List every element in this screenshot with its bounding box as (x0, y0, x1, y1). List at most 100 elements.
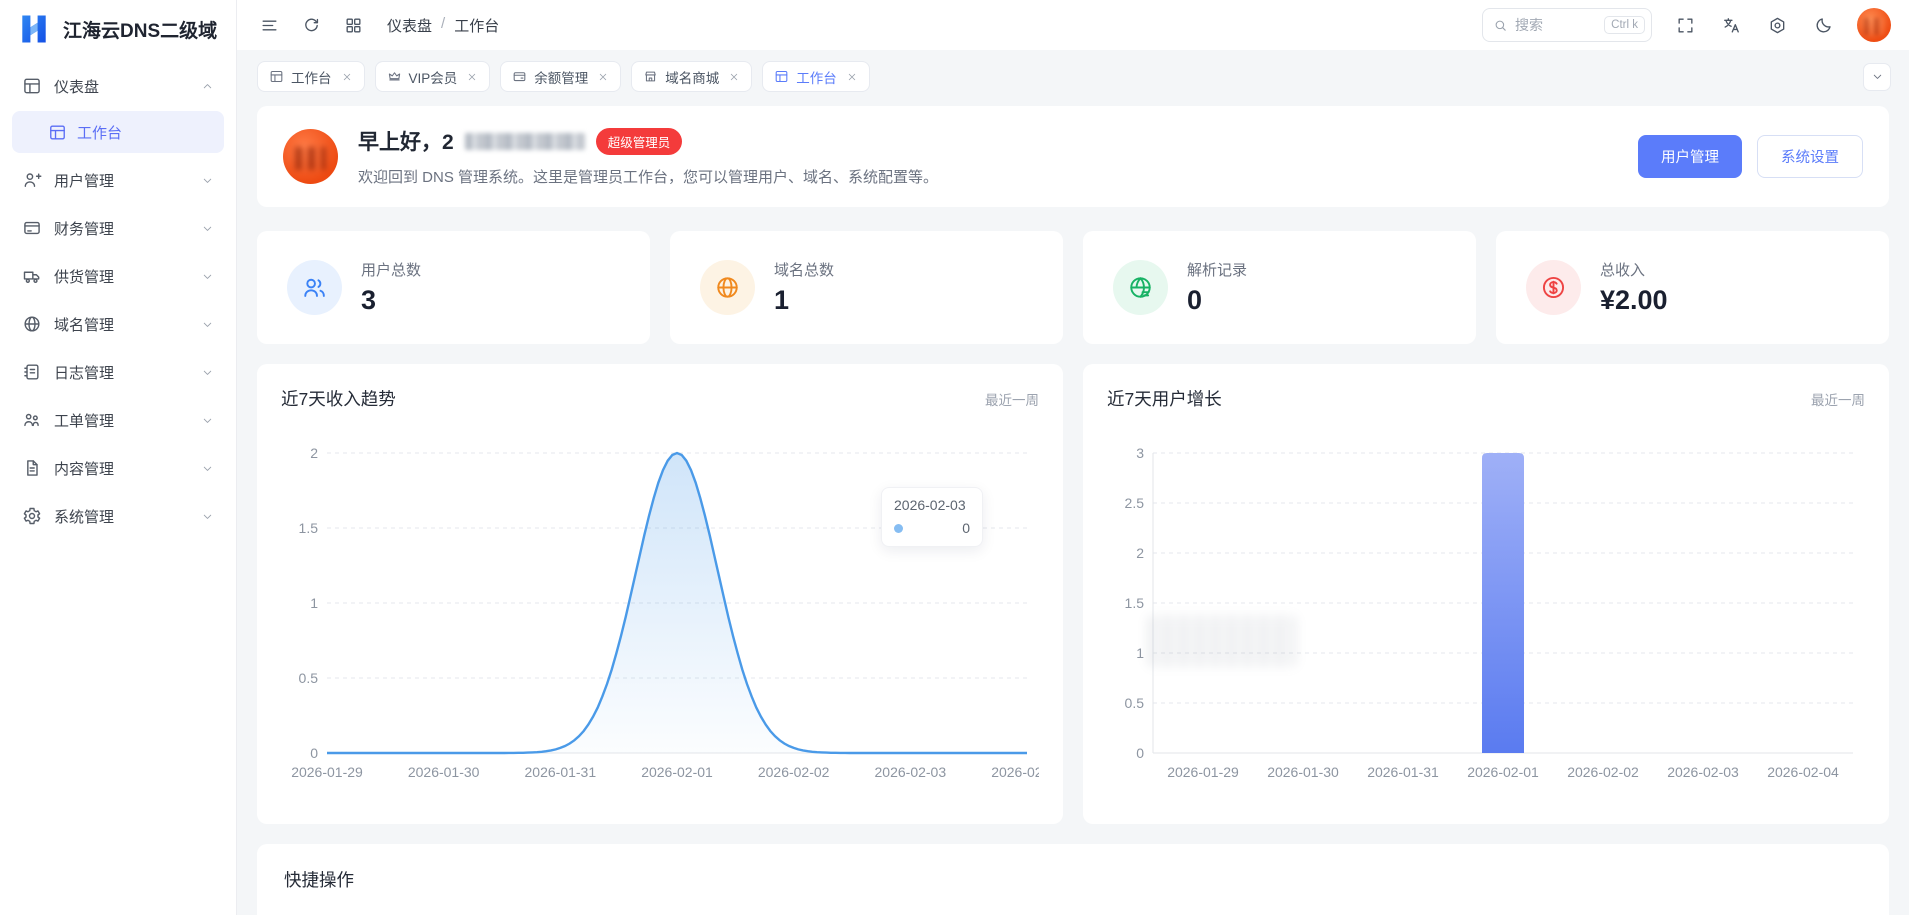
language-button[interactable] (1719, 13, 1744, 38)
tab-workbench-2[interactable]: 工作台 (762, 61, 870, 92)
tab-label: 余额管理 (534, 67, 588, 87)
svg-text:0.5: 0.5 (299, 670, 319, 686)
sidebar-item-label: 财务管理 (54, 218, 114, 239)
workbench-icon (269, 69, 284, 84)
role-badge: 超级管理员 (596, 128, 683, 155)
close-icon[interactable] (597, 71, 609, 83)
users-icon (301, 274, 328, 301)
svg-text:0: 0 (310, 745, 318, 761)
revenue-line-chart: 00.511.522026-01-292026-01-302026-01-312… (281, 437, 1039, 792)
search-input[interactable] (1515, 17, 1587, 33)
app-title: 江海云DNS二级域 (63, 16, 217, 43)
sidebar-item-domains[interactable]: 域名管理 (12, 302, 224, 346)
svg-text:0.5: 0.5 (1125, 695, 1145, 711)
topbar: 仪表盘 / 工作台 Ctrl k (237, 0, 1909, 50)
sidebar-item-tickets[interactable]: 工单管理 (12, 398, 224, 442)
sidebar-item-dashboard[interactable]: 仪表盘 (12, 64, 224, 108)
grid-icon (344, 16, 363, 35)
theme-settings-button[interactable] (1765, 13, 1790, 38)
sidebar-item-users[interactable]: 用户管理 (12, 158, 224, 202)
system-settings-button[interactable]: 系统设置 (1757, 135, 1863, 178)
stat-label: 用户总数 (361, 259, 421, 280)
revenue-icon (1540, 274, 1567, 301)
stat-value: 1 (774, 285, 834, 316)
balance-icon (512, 69, 527, 84)
system-icon (22, 506, 42, 526)
domain-icon (22, 314, 42, 334)
sidebar-item-finance[interactable]: 财务管理 (12, 206, 224, 250)
tab-balance[interactable]: 余额管理 (500, 61, 621, 92)
tab-vip[interactable]: VIP会员 (375, 61, 491, 92)
revenue-stat-badge (1526, 260, 1581, 315)
sidebar-item-content[interactable]: 内容管理 (12, 446, 224, 490)
sidebar-item-supply[interactable]: 供货管理 (12, 254, 224, 298)
blurred-username (465, 133, 585, 150)
finance-icon (22, 218, 42, 238)
sidebar-collapse-button[interactable] (257, 13, 282, 38)
breadcrumb-dashboard[interactable]: 仪表盘 (387, 15, 432, 36)
close-icon[interactable] (341, 71, 353, 83)
dark-mode-button[interactable] (1811, 13, 1836, 38)
close-icon[interactable] (466, 71, 478, 83)
refresh-button[interactable] (299, 13, 324, 38)
stat-label: 总收入 (1600, 259, 1668, 280)
stat-label: 解析记录 (1187, 259, 1247, 280)
translate-icon (1722, 16, 1741, 35)
svg-text:2026-01-31: 2026-01-31 (525, 764, 597, 780)
svg-text:2026-01-29: 2026-01-29 (291, 764, 363, 780)
svg-text:2026-01-31: 2026-01-31 (1367, 764, 1439, 780)
tab-workbench[interactable]: 工作台 (257, 61, 365, 92)
svg-text:2026-01-29: 2026-01-29 (1167, 764, 1239, 780)
svg-text:2026-02-02: 2026-02-02 (758, 764, 830, 780)
chevron-down-icon (1871, 70, 1884, 83)
user-management-button[interactable]: 用户管理 (1638, 135, 1742, 178)
search-box[interactable]: Ctrl k (1482, 8, 1652, 42)
users-stat-badge (287, 260, 342, 315)
topbar-right: Ctrl k (1482, 8, 1891, 42)
moon-icon (1814, 16, 1833, 35)
tab-label: 域名商城 (665, 67, 719, 87)
content-icon (22, 458, 42, 478)
breadcrumb-workbench[interactable]: 工作台 (454, 15, 499, 36)
user-growth-chart-card: 近7天用户增长 最近一周 00.511.522.532026-01-292026… (1083, 364, 1889, 824)
user-avatar[interactable] (1857, 8, 1891, 42)
tab-shop[interactable]: 域名商城 (631, 61, 752, 92)
sidebar-item-label: 工单管理 (54, 410, 114, 431)
close-icon[interactable] (728, 71, 740, 83)
welcome-subtitle: 欢迎回到 DNS 管理系统。这里是管理员工作台，您可以管理用户、域名、系统配置等… (358, 166, 938, 187)
fullscreen-button[interactable] (1673, 13, 1698, 38)
logo-row: 江海云DNS二级域 (0, 0, 236, 58)
dns-records-stat-badge (1113, 260, 1168, 315)
tab-label: 工作台 (796, 67, 837, 87)
tabbar-collapse-button[interactable] (1863, 63, 1891, 91)
stat-value: 3 (361, 285, 421, 316)
svg-text:2026-02-04: 2026-02-04 (1767, 764, 1839, 780)
page-content: 早上好，2 超级管理员 欢迎回到 DNS 管理系统。这里是管理员工作台，您可以管… (237, 98, 1909, 915)
svg-text:1.5: 1.5 (299, 520, 319, 536)
svg-text:2026-01-30: 2026-01-30 (408, 764, 480, 780)
svg-text:2026-02-02: 2026-02-02 (1567, 764, 1639, 780)
sidebar-item-workbench[interactable]: 工作台 (12, 111, 224, 153)
revenue-chart-card: 近7天收入趋势 最近一周 00.511.522026-01-292026-01-… (257, 364, 1063, 824)
svg-text:2026-02-04: 2026-02-04 (991, 764, 1039, 780)
sidebar-item-logs[interactable]: 日志管理 (12, 350, 224, 394)
stat-label: 域名总数 (774, 259, 834, 280)
tooltip-date: 2026-02-03 (894, 497, 970, 513)
sidebar-item-system[interactable]: 系统管理 (12, 494, 224, 538)
close-icon[interactable] (846, 71, 858, 83)
apps-grid-button[interactable] (341, 13, 366, 38)
chevron-down-icon (201, 462, 214, 475)
fullscreen-icon (1676, 16, 1695, 35)
stats-row: 用户总数3域名总数1解析记录0总收入¥2.00 (257, 231, 1889, 344)
charts-row: 近7天收入趋势 最近一周 00.511.522026-01-292026-01-… (257, 364, 1889, 824)
tab-bar: 工作台 VIP会员 余额管理 域名商城 工作台 (237, 50, 1909, 98)
quick-actions-title: 快捷操作 (284, 867, 1862, 892)
shop-icon (643, 69, 658, 84)
sidebar-menu: 仪表盘工作台用户管理财务管理供货管理域名管理日志管理工单管理内容管理系统管理 (0, 58, 236, 544)
workbench-icon (774, 69, 789, 84)
supply-icon (22, 266, 42, 286)
svg-text:1: 1 (310, 595, 318, 611)
user-add-icon (22, 170, 42, 190)
hexagon-settings-icon (1768, 16, 1787, 35)
search-icon (1493, 18, 1508, 33)
